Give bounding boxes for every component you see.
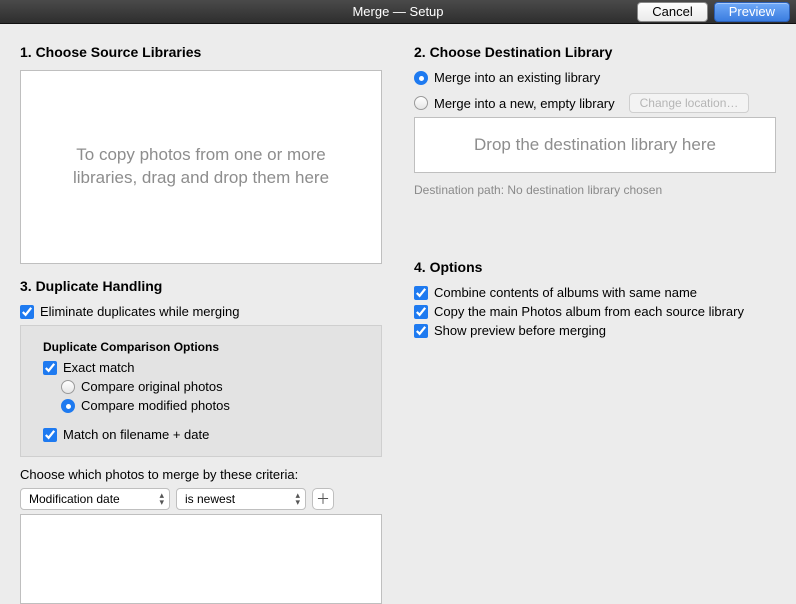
match-filename-label: Match on filename + date [63, 427, 209, 442]
exact-match-row: Exact match [43, 360, 371, 375]
titlebar-buttons: Cancel Preview [637, 2, 790, 22]
copy-main-checkbox[interactable] [414, 305, 428, 319]
updown-icon: ▴▾ [295, 492, 300, 506]
section3-header: 3. Duplicate Handling [20, 278, 382, 294]
left-column: 1. Choose Source Libraries To copy photo… [20, 40, 382, 604]
dest-dropzone-text: Drop the destination library here [474, 134, 716, 157]
section4-header: 4. Options [414, 259, 776, 275]
eliminate-row: Eliminate duplicates while merging [20, 304, 382, 319]
criteria-row: Modification date ▴▾ is newest ▴▾ ＋ [20, 488, 382, 510]
preview-button[interactable]: Preview [714, 2, 790, 22]
match-filename-row: Match on filename + date [43, 427, 371, 442]
exact-match-label: Exact match [63, 360, 135, 375]
show-preview-row: Show preview before merging [414, 323, 776, 338]
criteria-field-value: Modification date [29, 492, 120, 506]
change-location-button: Change location… [629, 93, 750, 113]
merge-setup-window: { "titlebar": { "title": "Merge — Setup"… [0, 0, 796, 592]
right-column: 2. Choose Destination Library Merge into… [414, 40, 776, 604]
criteria-list[interactable] [20, 514, 382, 604]
combine-label: Combine contents of albums with same nam… [434, 285, 697, 300]
section2-header: 2. Choose Destination Library [414, 44, 776, 60]
updown-icon: ▴▾ [159, 492, 164, 506]
merge-new-label: Merge into a new, empty library [434, 96, 615, 111]
source-dropzone[interactable]: To copy photos from one or more librarie… [20, 70, 382, 264]
criteria-label: Choose which photos to merge by these cr… [20, 467, 382, 482]
copy-main-row: Copy the main Photos album from each sou… [414, 304, 776, 319]
duplicate-comparison-box: Duplicate Comparison Options Exact match… [20, 325, 382, 457]
dup-compare-header: Duplicate Comparison Options [43, 340, 371, 354]
combine-row: Combine contents of albums with same nam… [414, 285, 776, 300]
titlebar: Merge — Setup Cancel Preview [0, 0, 796, 24]
copy-main-label: Copy the main Photos album from each sou… [434, 304, 744, 319]
cancel-button[interactable]: Cancel [637, 2, 707, 22]
merge-new-radio[interactable] [414, 96, 428, 110]
merge-existing-row: Merge into an existing library [414, 70, 776, 85]
dest-path-hint: Destination path: No destination library… [414, 183, 776, 197]
exact-match-checkbox[interactable] [43, 361, 57, 375]
merge-existing-radio[interactable] [414, 71, 428, 85]
eliminate-label: Eliminate duplicates while merging [40, 304, 239, 319]
merge-new-row: Merge into a new, empty library Change l… [414, 93, 776, 113]
dest-dropzone[interactable]: Drop the destination library here [414, 117, 776, 173]
section1-header: 1. Choose Source Libraries [20, 44, 382, 60]
eliminate-checkbox[interactable] [20, 305, 34, 319]
plus-icon: ＋ [316, 489, 330, 509]
criteria-op-select[interactable]: is newest ▴▾ [176, 488, 306, 510]
criteria-field-select[interactable]: Modification date ▴▾ [20, 488, 170, 510]
criteria-op-value: is newest [185, 492, 235, 506]
content: 1. Choose Source Libraries To copy photo… [0, 24, 796, 604]
compare-original-radio[interactable] [61, 380, 75, 394]
compare-modified-radio[interactable] [61, 399, 75, 413]
show-preview-label: Show preview before merging [434, 323, 606, 338]
compare-original-label: Compare original photos [81, 379, 223, 394]
compare-original-row: Compare original photos [61, 379, 371, 394]
combine-checkbox[interactable] [414, 286, 428, 300]
source-dropzone-text: To copy photos from one or more librarie… [51, 144, 351, 190]
add-criteria-button[interactable]: ＋ [312, 488, 334, 510]
show-preview-checkbox[interactable] [414, 324, 428, 338]
match-filename-checkbox[interactable] [43, 428, 57, 442]
merge-existing-label: Merge into an existing library [434, 70, 600, 85]
window-title: Merge — Setup [352, 4, 443, 19]
compare-modified-row: Compare modified photos [61, 398, 371, 413]
compare-modified-label: Compare modified photos [81, 398, 230, 413]
